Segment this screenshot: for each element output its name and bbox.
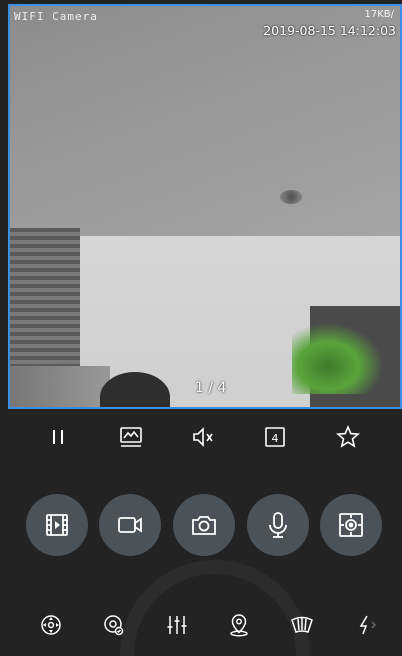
pause-icon bbox=[53, 430, 64, 444]
cruise-button[interactable] bbox=[94, 605, 134, 645]
video-toolbar: 4 bbox=[0, 412, 402, 462]
preset-button[interactable] bbox=[219, 605, 259, 645]
playback-icon bbox=[45, 514, 68, 536]
ptz-control-button[interactable] bbox=[31, 605, 71, 645]
snapshot-icon bbox=[192, 516, 216, 535]
image-adjust-button[interactable] bbox=[157, 605, 197, 645]
fisheye-icon bbox=[291, 616, 313, 633]
action-controls bbox=[0, 494, 402, 560]
snapshot-button[interactable] bbox=[172, 494, 235, 556]
split-screen-icon: 4 bbox=[265, 427, 286, 447]
favorite-icon bbox=[335, 424, 360, 448]
image-adjust-icon bbox=[167, 616, 187, 634]
fisheye-button[interactable] bbox=[282, 605, 322, 645]
bitrate-label: 17KB/ bbox=[364, 9, 394, 20]
mute-icon bbox=[193, 427, 213, 447]
scene-ceiling bbox=[10, 6, 400, 236]
scene-floor bbox=[10, 366, 110, 407]
ptz-icon bbox=[339, 513, 364, 537]
camera-name-osd: WIFI Camera bbox=[14, 10, 98, 23]
microphone-icon bbox=[268, 512, 287, 538]
microphone-button[interactable] bbox=[246, 494, 309, 556]
record-button[interactable] bbox=[99, 494, 162, 556]
image-quality-icon bbox=[119, 427, 142, 447]
ptz-control-icon bbox=[41, 615, 62, 635]
scene-plant bbox=[292, 324, 382, 394]
flash-icon bbox=[359, 615, 376, 635]
flash-button[interactable] bbox=[345, 605, 385, 645]
mute-button[interactable] bbox=[183, 417, 223, 457]
bottom-function-bar bbox=[0, 600, 402, 650]
video-view[interactable]: WIFI Camera 17KB/ 2019-08-15 14:12:03 1 … bbox=[8, 4, 402, 409]
split-screen-button[interactable]: 4 bbox=[255, 417, 295, 457]
favorite-button[interactable] bbox=[328, 417, 368, 457]
live-view-screen: WIFI Camera 17KB/ 2019-08-15 14:12:03 1 … bbox=[0, 0, 402, 656]
scene-light bbox=[280, 190, 302, 204]
playback-button[interactable] bbox=[25, 494, 88, 556]
split-count: 4 bbox=[272, 432, 279, 445]
image-quality-button[interactable] bbox=[111, 417, 151, 457]
page-indicator: 1 / 4 bbox=[195, 380, 227, 396]
timestamp-label: 2019-08-15 14:12:03 bbox=[263, 23, 396, 38]
cruise-icon bbox=[104, 615, 124, 636]
preset-icon bbox=[230, 614, 249, 637]
pause-button[interactable] bbox=[38, 417, 78, 457]
record-icon bbox=[118, 517, 143, 533]
ptz-button[interactable] bbox=[320, 494, 383, 556]
